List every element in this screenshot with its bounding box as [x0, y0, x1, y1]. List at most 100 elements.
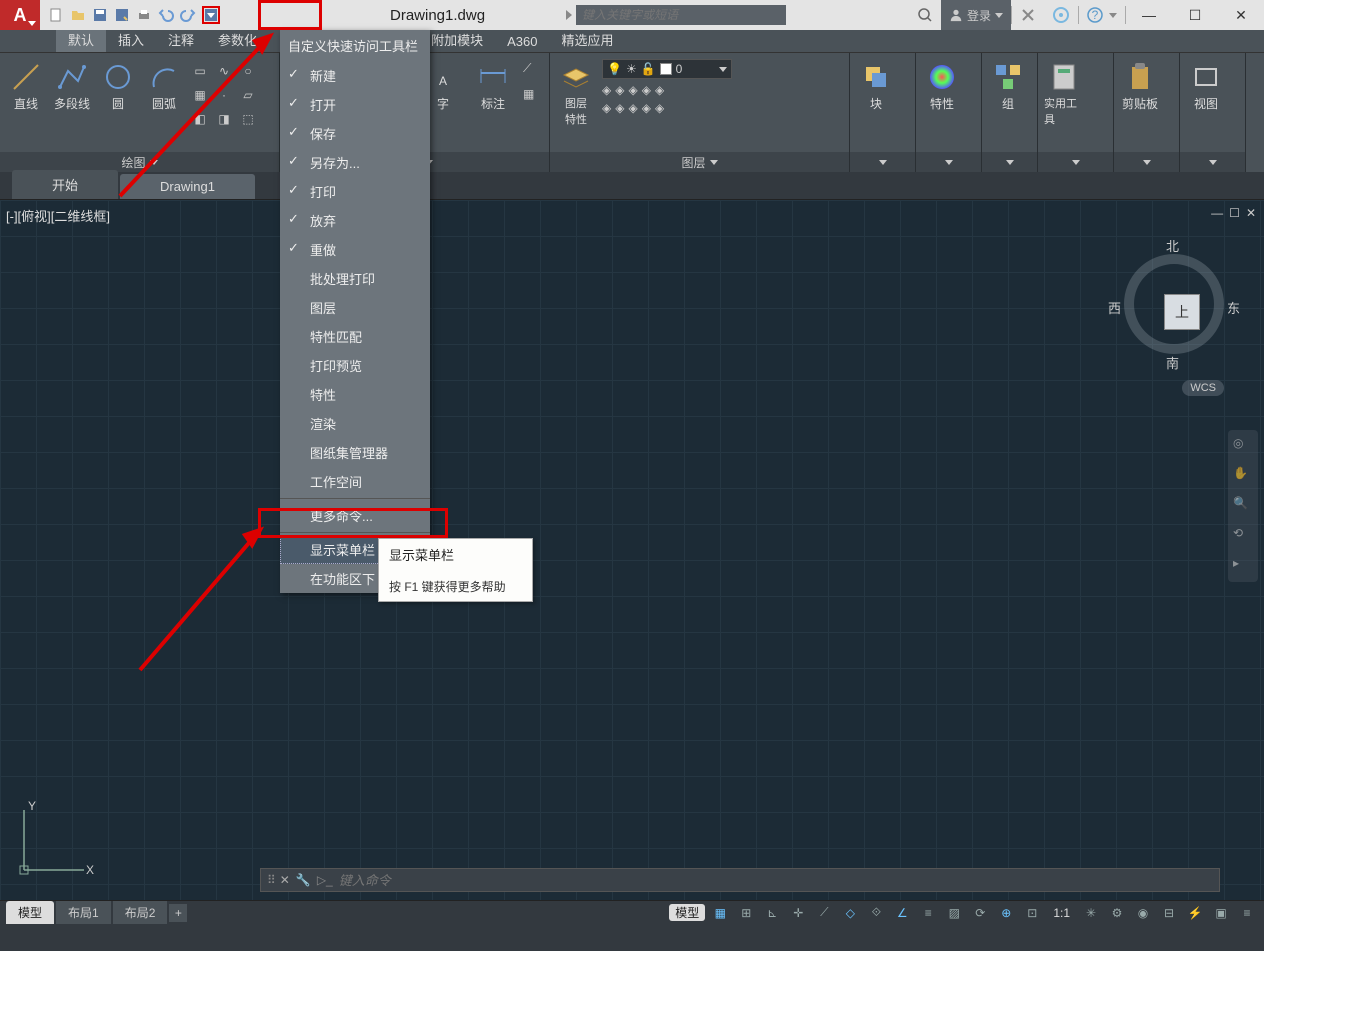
maximize-button[interactable]: ☐: [1172, 0, 1218, 30]
status-lineweight-icon[interactable]: ≡: [917, 903, 939, 923]
tool-ellipse-icon[interactable]: ○: [238, 61, 258, 81]
nav-pan-icon[interactable]: ✋: [1233, 466, 1253, 486]
layer-tool2-icon[interactable]: ◈: [615, 83, 624, 97]
qat-mi-open[interactable]: 打开: [280, 90, 430, 119]
ribbon-tab-featured[interactable]: 精选应用: [549, 27, 625, 52]
status-monitor-icon[interactable]: ◉: [1132, 903, 1154, 923]
vp-minimize-icon[interactable]: —: [1211, 206, 1223, 220]
status-otrack-icon[interactable]: ∠: [891, 903, 913, 923]
layer-tool8-icon[interactable]: ◈: [628, 101, 637, 115]
qat-mi-plotpreview[interactable]: 打印预览: [280, 351, 430, 380]
layer-tool4-icon[interactable]: ◈: [642, 83, 651, 97]
nav-showmotion-icon[interactable]: ▸: [1233, 556, 1253, 576]
tool-spline-icon[interactable]: ∿: [214, 61, 234, 81]
cmdline-grip-icon[interactable]: ⠿: [267, 873, 274, 887]
help-button[interactable]: ?: [1079, 0, 1125, 30]
qat-mi-print[interactable]: 打印: [280, 177, 430, 206]
layer-tool9-icon[interactable]: ◈: [642, 101, 651, 115]
file-tab-start[interactable]: 开始: [12, 170, 118, 199]
qat-mi-properties[interactable]: 特性: [280, 380, 430, 409]
drawing-canvas[interactable]: [-][俯视][二维线框] — ☐ ✕ 北 上 西 东 南 WCS ◎ ✋ 🔍 …: [0, 200, 1264, 900]
tool-properties[interactable]: 特性: [922, 57, 962, 112]
qat-print-icon[interactable]: [134, 5, 154, 25]
file-tab-drawing1[interactable]: Drawing1: [120, 174, 255, 199]
vp-maximize-icon[interactable]: ☐: [1229, 206, 1240, 220]
panel-draw-title[interactable]: 绘图: [0, 152, 279, 172]
viewcube-top-face[interactable]: 上: [1164, 294, 1200, 330]
panel-util-title[interactable]: [1038, 152, 1113, 172]
status-cycling-icon[interactable]: ⟳: [969, 903, 991, 923]
tool-arc[interactable]: 圆弧: [144, 57, 184, 112]
qat-customize-dropdown[interactable]: [202, 6, 220, 24]
ribbon-tab-parametric[interactable]: 参数化: [206, 27, 269, 52]
qat-mi-render[interactable]: 渲染: [280, 409, 430, 438]
minimize-button[interactable]: —: [1126, 0, 1172, 30]
ribbon-tab-annotate[interactable]: 注释: [156, 27, 206, 52]
layer-tool1-icon[interactable]: ◈: [602, 83, 611, 97]
status-isolate-icon[interactable]: ⊟: [1158, 903, 1180, 923]
qat-mi-undo[interactable]: 放弃: [280, 206, 430, 235]
tool-hatch-icon[interactable]: ▦: [190, 85, 210, 105]
layer-tool6-icon[interactable]: ◈: [602, 101, 611, 115]
qat-mi-layer[interactable]: 图层: [280, 293, 430, 322]
tool-view[interactable]: 视图: [1186, 57, 1226, 112]
status-transparency-icon[interactable]: ▨: [943, 903, 965, 923]
tool-more2-icon[interactable]: ◨: [214, 109, 234, 129]
panel-group-title[interactable]: [982, 152, 1037, 172]
ribbon-tab-a360[interactable]: A360: [495, 31, 549, 52]
ribbon-tab-addins[interactable]: 附加模块: [419, 27, 495, 52]
qat-redo-icon[interactable]: [178, 5, 198, 25]
layer-combo[interactable]: 💡☀🔓 0: [602, 59, 732, 79]
tool-circle[interactable]: 圆: [98, 57, 138, 112]
panel-view-title[interactable]: [1180, 152, 1245, 172]
status-iso-icon[interactable]: ⟋: [813, 903, 835, 923]
nav-zoom-icon[interactable]: 🔍: [1233, 496, 1253, 516]
panel-layers-title[interactable]: 图层: [550, 152, 849, 172]
viewcube[interactable]: 北 上 西 东 南: [1114, 240, 1234, 368]
ucs-icon[interactable]: Y X: [14, 800, 94, 880]
layer-tool7-icon[interactable]: ◈: [615, 101, 624, 115]
nav-wheel-icon[interactable]: ◎: [1233, 436, 1253, 456]
tool-point-icon[interactable]: ·: [214, 85, 234, 105]
command-line[interactable]: ⠿ ✕ 🔧 ▷_: [260, 868, 1220, 892]
viewport-label[interactable]: [-][俯视][二维线框]: [6, 206, 110, 225]
qat-new-icon[interactable]: [46, 5, 66, 25]
panel-clip-title[interactable]: [1114, 152, 1179, 172]
command-input[interactable]: [339, 873, 1213, 888]
qat-mi-workspace[interactable]: 工作空间: [280, 467, 430, 496]
nav-orbit-icon[interactable]: ⟲: [1233, 526, 1253, 546]
qat-mi-sheetset[interactable]: 图纸集管理器: [280, 438, 430, 467]
status-annoscale[interactable]: 1:1: [1047, 906, 1076, 920]
annot-leader-icon[interactable]: ⟋: [523, 61, 543, 81]
search-input[interactable]: [576, 5, 786, 25]
layer-tool3-icon[interactable]: ◈: [628, 83, 637, 97]
app-menu-button[interactable]: A: [0, 0, 40, 30]
status-snap-icon[interactable]: ⊞: [735, 903, 757, 923]
status-tab-model[interactable]: 模型: [6, 901, 54, 924]
qat-mi-redo[interactable]: 重做: [280, 235, 430, 264]
qat-mi-batchplot[interactable]: 批处理打印: [280, 264, 430, 293]
layer-tool5-icon[interactable]: ◈: [655, 83, 664, 97]
status-polar-icon[interactable]: ✛: [787, 903, 809, 923]
tool-clipboard[interactable]: 剪贴板: [1120, 57, 1160, 112]
tool-polyline[interactable]: 多段线: [52, 57, 92, 112]
tool-rect-icon[interactable]: ▭: [190, 61, 210, 81]
close-button[interactable]: ✕: [1218, 0, 1264, 30]
panel-props-title[interactable]: [916, 152, 981, 172]
qat-mi-saveas[interactable]: 另存为...: [280, 148, 430, 177]
search-expand-icon[interactable]: [566, 10, 572, 20]
qat-open-icon[interactable]: [68, 5, 88, 25]
qat-mi-matchprop[interactable]: 特性匹配: [280, 322, 430, 351]
tool-more3-icon[interactable]: ⬚: [238, 109, 258, 129]
cmdline-close-icon[interactable]: ✕: [280, 873, 290, 887]
tool-more1-icon[interactable]: ◧: [190, 109, 210, 129]
tool-dimension[interactable]: 标注: [473, 57, 513, 112]
a360-icon[interactable]: [1044, 0, 1078, 30]
qat-save-icon[interactable]: [90, 5, 110, 25]
status-osnap-icon[interactable]: ◇: [839, 903, 861, 923]
ribbon-tab-insert[interactable]: 插入: [106, 27, 156, 52]
status-tab-layout2[interactable]: 布局2: [113, 901, 168, 924]
status-customize-icon[interactable]: ≡: [1236, 903, 1258, 923]
tool-utilities[interactable]: 实用工具: [1044, 57, 1084, 127]
tool-block[interactable]: 块: [856, 57, 896, 112]
